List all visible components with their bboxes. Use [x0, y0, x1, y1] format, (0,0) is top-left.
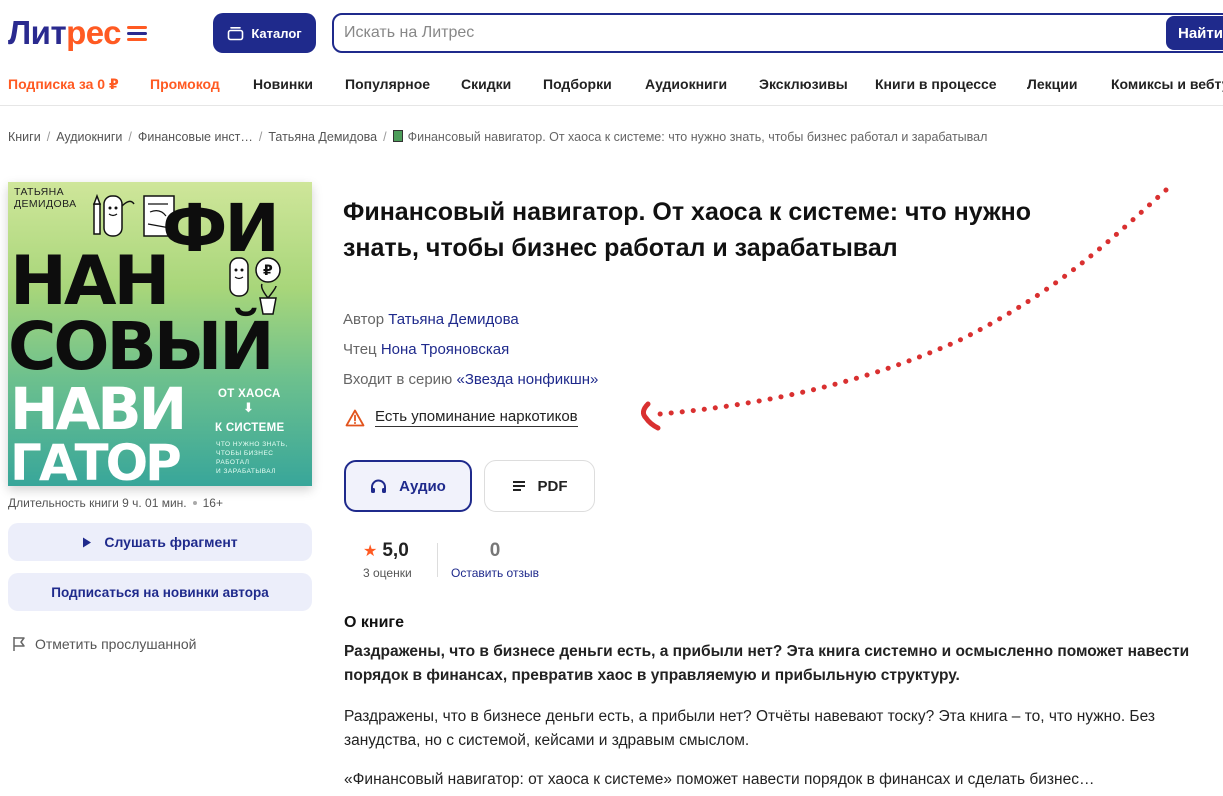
format-pdf-button[interactable]: PDF — [484, 460, 595, 512]
nav-item-new[interactable]: Новинки — [253, 76, 313, 92]
reviews-block: 0 Оставить отзыв — [446, 540, 544, 580]
logo-text-part2: рес — [66, 14, 122, 51]
catalog-icon — [228, 26, 244, 40]
nav-item-subscription[interactable]: Подписка за 0 ₽ — [8, 76, 119, 93]
author-link[interactable]: Татьяна Демидова — [388, 311, 519, 328]
reader-link[interactable]: Нона Трояновская — [381, 341, 509, 358]
breadcrumb: Книги / Аудиокниги / Финансовые инст… / Татьян… — [8, 130, 988, 144]
format-audio-label: Аудио — [399, 477, 446, 495]
rating-value: 5,0 — [382, 540, 409, 561]
reader-label: Чтец — [343, 341, 377, 358]
breadcrumb-audiobooks[interactable]: Аудиокниги — [56, 130, 122, 144]
star-icon: ★ — [363, 543, 378, 560]
book-icon — [392, 130, 403, 142]
reviews-count: 0 — [489, 540, 501, 561]
svg-text:₽: ₽ — [263, 263, 273, 279]
nav-item-exclusives[interactable]: Эксклюзивы — [759, 76, 848, 92]
listen-fragment-button[interactable]: Слушать фрагмент — [8, 523, 312, 561]
search-button[interactable]: Найти — [1166, 16, 1223, 50]
content-warning[interactable]: Есть упоминание наркотиков — [345, 408, 578, 427]
leave-review-link[interactable]: Оставить отзыв — [446, 566, 544, 580]
cover-word-5: ГАТОР — [10, 434, 182, 486]
search-bar: Найти — [332, 13, 1223, 53]
cover-tiny-text: ЧТО НУЖНО ЗНАТЬ, ЧТОБЫ БИЗНЕС РАБОТАЛ И … — [216, 440, 288, 476]
cover-tiny-1: ЧТО НУЖНО ЗНАТЬ, — [216, 441, 288, 448]
about-paragraph-2: «Финансовый навигатор: от хаоса к систем… — [344, 771, 1095, 788]
cover-tiny-4: И ЗАРАБАТЫВАЛ — [216, 468, 277, 475]
nav-item-comics[interactable]: Комиксы и вебту — [1111, 76, 1223, 92]
book-title: Финансовый навигатор. От хаоса к системе… — [343, 198, 1032, 262]
series-label: Входит в серию — [343, 371, 453, 388]
age-rating: 16+ — [202, 496, 223, 510]
about-summary: Раздражены, что в бизнесе деньги есть, а… — [344, 643, 1190, 684]
cover-author-line2: ДЕМИДОВА — [14, 198, 77, 210]
cover-subtitle-2: К СИСТЕМЕ — [215, 422, 285, 434]
annotation-arrowhead — [640, 401, 661, 431]
reader-line: Чтец Нона Трояновская — [343, 341, 509, 358]
subscribe-author-label: Подписаться на новинки автора — [51, 584, 269, 600]
top-nav: Подписка за 0 ₽ Промокод Новинки Популяр… — [0, 64, 1223, 106]
headphones-icon — [371, 479, 387, 493]
cover-tiny-2: ЧТОБЫ БИЗНЕС — [216, 450, 274, 457]
series-link[interactable]: «Звезда нонфикшн» — [456, 371, 598, 388]
duration-line: Длительность книги 9 ч. 01 мин. 16+ — [8, 496, 223, 510]
mark-listened-button[interactable]: Отметить прослушанной — [12, 636, 197, 652]
warning-text: Есть упоминание наркотиков — [375, 408, 578, 427]
litres-logo[interactable]: Лит рес — [8, 14, 148, 52]
cover-tiny-3: РАБОТАЛ — [216, 459, 250, 466]
catalog-button[interactable]: Каталог — [213, 13, 316, 53]
nav-item-discounts[interactable]: Скидки — [461, 76, 511, 92]
cover-subtitle-1: ОТ ХАОСА — [218, 388, 281, 400]
format-pdf-label: PDF — [537, 477, 568, 495]
nav-item-audiobooks[interactable]: Аудиокниги — [645, 76, 727, 92]
cover-author-line1: ТАТЬЯНА — [14, 186, 65, 198]
book-cover[interactable]: ТАТЬЯНА ДЕМИДОВА ФИ ₽ НАН СОВЫЙ НАВИ ГАТ… — [8, 182, 312, 486]
nav-item-popular[interactable]: Популярное — [345, 76, 430, 92]
text-lines-icon — [512, 481, 525, 491]
mark-listened-label: Отметить прослушанной — [35, 636, 197, 652]
rating-count: 3 оценки — [363, 566, 412, 580]
about-paragraph-1: Раздражены, что в бизнесе деньги есть, а… — [344, 708, 1155, 749]
cover-word-2: НАН — [10, 242, 170, 321]
nav-item-in-progress[interactable]: Книги в процессе — [875, 76, 997, 92]
catalog-label: Каталог — [251, 25, 302, 41]
duration-text: Длительность книги 9 ч. 01 мин. — [8, 496, 187, 510]
logo-bars-icon — [127, 25, 148, 41]
format-audio-button[interactable]: Аудио — [344, 460, 472, 512]
cover-word-3: СОВЫЙ — [8, 308, 274, 385]
breadcrumb-author[interactable]: Татьяна Демидова — [268, 130, 377, 144]
breadcrumb-category[interactable]: Финансовые инст… — [138, 130, 253, 144]
cover-arrow-icon: ⬇ — [243, 400, 255, 415]
author-line: Автор Татьяна Демидова — [343, 311, 519, 328]
listen-fragment-label: Слушать фрагмент — [104, 534, 238, 550]
series-line: Входит в серию «Звезда нонфикшн» — [343, 371, 598, 388]
logo-text-part1: Лит — [8, 14, 67, 51]
nav-item-promocode[interactable]: Промокод — [150, 76, 220, 92]
breadcrumb-books[interactable]: Книги — [8, 130, 41, 144]
play-icon — [83, 537, 92, 547]
breadcrumb-current: Финансовый навигатор. От хаоса к системе… — [407, 130, 988, 144]
rating-block: ★ 5,0 3 оценки — [363, 540, 412, 580]
header: Литрес Каталог Найти — [0, 0, 1223, 64]
warning-icon — [345, 409, 365, 426]
nav-item-collections[interactable]: Подборки — [543, 76, 612, 92]
cover-word-4: НАВИ — [10, 375, 187, 443]
cover-author: ТАТЬЯНА ДЕМИДОВА — [14, 186, 77, 210]
search-input[interactable] — [344, 24, 1144, 42]
nav-item-lectures[interactable]: Лекции — [1027, 76, 1077, 92]
author-label: Автор — [343, 311, 385, 328]
divider — [437, 543, 438, 577]
subscribe-author-button[interactable]: Подписаться на новинки автора — [8, 573, 312, 611]
flag-icon — [13, 637, 25, 651]
dot-separator — [192, 501, 197, 505]
about-heading: О книге — [344, 614, 404, 631]
